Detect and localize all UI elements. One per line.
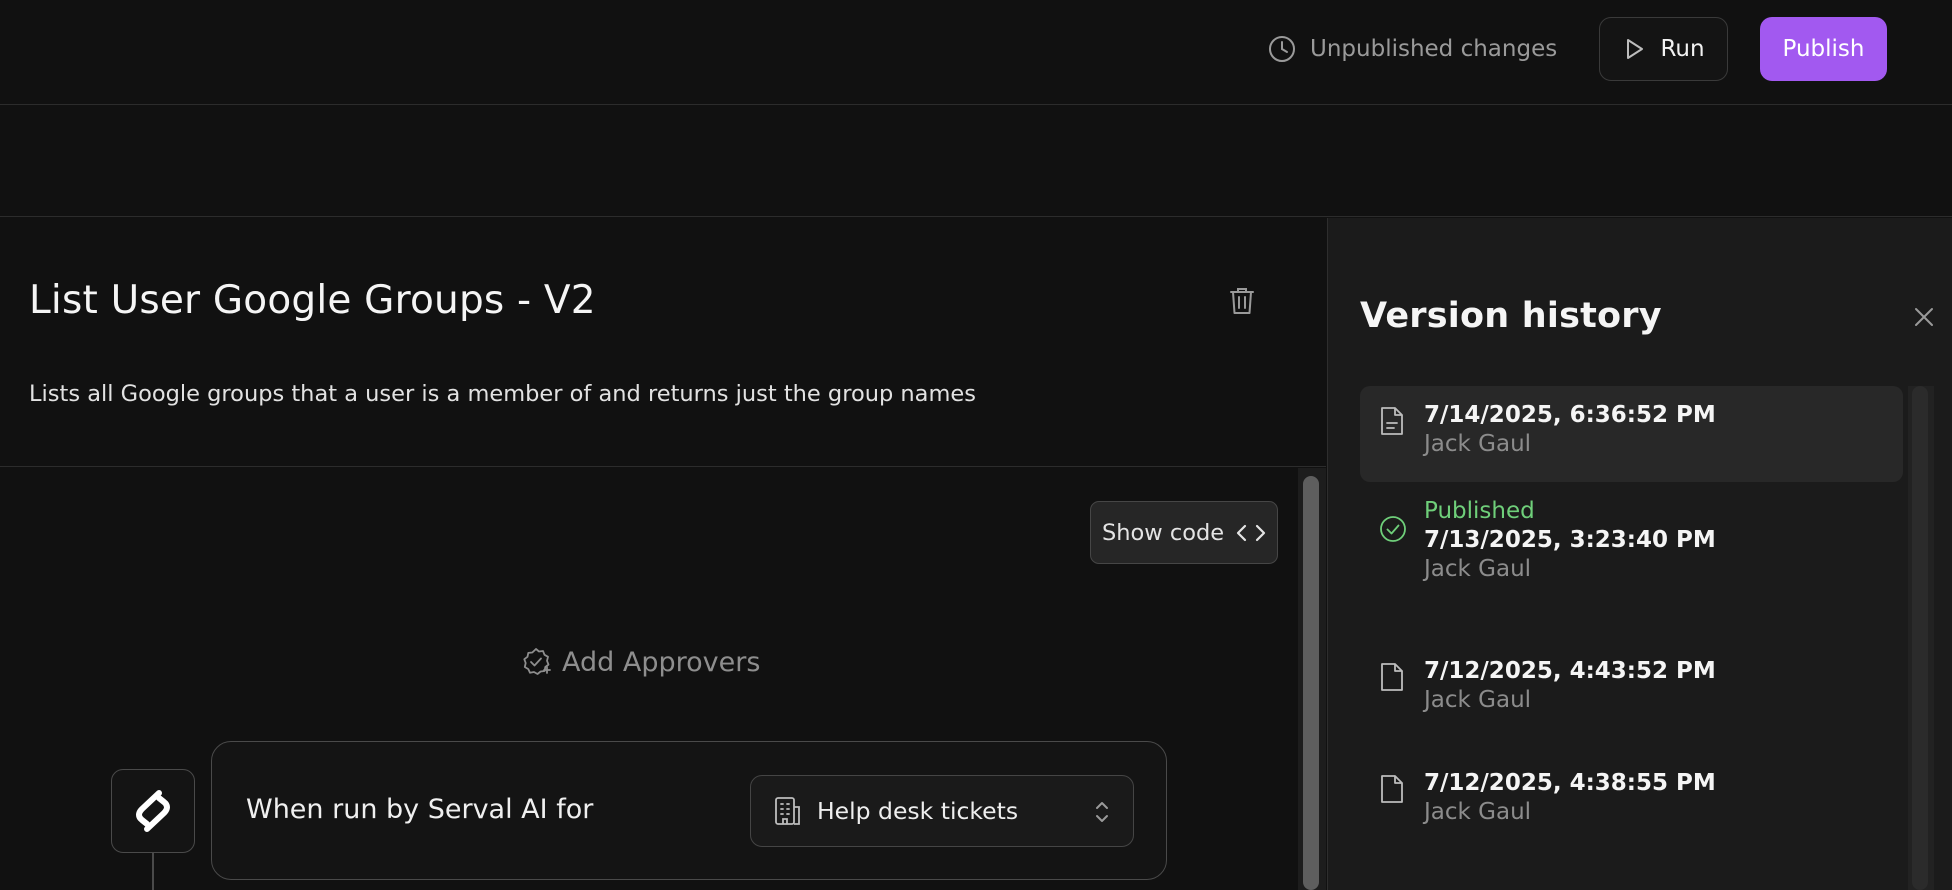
document-icon (1381, 663, 1403, 691)
play-icon (1627, 39, 1644, 59)
publish-button-label: Publish (1782, 36, 1865, 62)
workflow-description: Lists all Google groups that a user is a… (29, 381, 976, 407)
publish-button[interactable]: Publish (1760, 17, 1887, 81)
workflow-title: List User Google Groups - V2 (29, 278, 596, 323)
version-item[interactable]: 7/12/2025, 4:38:55 PM Jack Gaul (1360, 754, 1903, 866)
document-icon (1381, 775, 1403, 803)
top-bar: Unpublished changes Run Publish (0, 0, 1952, 105)
trigger-source-value: Help desk tickets (817, 797, 1019, 825)
version-history-panel: Version history 7/14/2025, 6:36:52 PM Ja… (1327, 218, 1952, 890)
serval-logo-node[interactable] (111, 769, 195, 853)
flow-connector (152, 853, 154, 890)
show-code-button[interactable]: Show code (1090, 501, 1278, 564)
version-history-title: Version history (1360, 296, 1662, 336)
version-date: 7/12/2025, 4:43:52 PM (1424, 658, 1716, 684)
version-author: Jack Gaul (1424, 687, 1532, 713)
version-author: Jack Gaul (1424, 799, 1532, 825)
run-button[interactable]: Run (1599, 17, 1728, 81)
version-list-scrollbar[interactable] (1908, 386, 1934, 890)
add-approvers-button[interactable]: Add Approvers (520, 646, 760, 678)
trash-icon[interactable] (1228, 286, 1256, 316)
close-icon[interactable] (1913, 306, 1935, 328)
version-item[interactable]: 7/12/2025, 4:43:52 PM Jack Gaul (1360, 642, 1903, 754)
badge-check-plus-icon (523, 648, 551, 675)
canvas-scrollbar-thumb[interactable] (1303, 476, 1319, 890)
toolbar-band (0, 106, 1952, 217)
code-brackets-icon (1237, 524, 1266, 541)
trigger-source-select[interactable]: Help desk tickets (750, 775, 1134, 847)
version-published-label: Published (1424, 498, 1535, 524)
version-list: 7/14/2025, 6:36:52 PM Jack Gaul Publishe… (1360, 386, 1903, 866)
run-button-label: Run (1660, 36, 1705, 62)
chevron-up-down-icon (1096, 802, 1108, 822)
trigger-label: When run by Serval AI for (246, 794, 594, 825)
version-date: 7/12/2025, 4:38:55 PM (1424, 770, 1716, 796)
building-icon (775, 797, 800, 825)
version-item[interactable]: 7/14/2025, 6:36:52 PM Jack Gaul (1360, 386, 1903, 482)
clock-icon (1269, 36, 1295, 62)
show-code-label: Show code (1102, 519, 1225, 546)
version-date: 7/13/2025, 3:23:40 PM (1424, 527, 1716, 553)
unpublished-status: Unpublished changes (1268, 31, 1557, 67)
version-item[interactable]: Published 7/13/2025, 3:23:40 PM Jack Gau… (1360, 482, 1903, 642)
version-list-scrollbar-thumb[interactable] (1912, 386, 1928, 890)
canvas-scrollbar[interactable] (1298, 468, 1326, 890)
version-date: 7/14/2025, 6:36:52 PM (1424, 402, 1716, 428)
serval-logo-icon (136, 790, 170, 832)
workflow-header: List User Google Groups - V2 Lists all G… (0, 218, 1326, 467)
add-approvers-label: Add Approvers (562, 646, 761, 678)
check-circle-icon (1380, 516, 1406, 542)
workflow-canvas: Show code Add Approvers When run by Serv… (0, 468, 1298, 890)
trigger-card[interactable]: When run by Serval AI for Help desk tick… (211, 741, 1167, 880)
unpublished-status-text: Unpublished changes (1310, 36, 1558, 62)
document-lines-icon (1381, 407, 1403, 435)
version-author: Jack Gaul (1424, 431, 1532, 457)
version-author: Jack Gaul (1424, 556, 1532, 582)
